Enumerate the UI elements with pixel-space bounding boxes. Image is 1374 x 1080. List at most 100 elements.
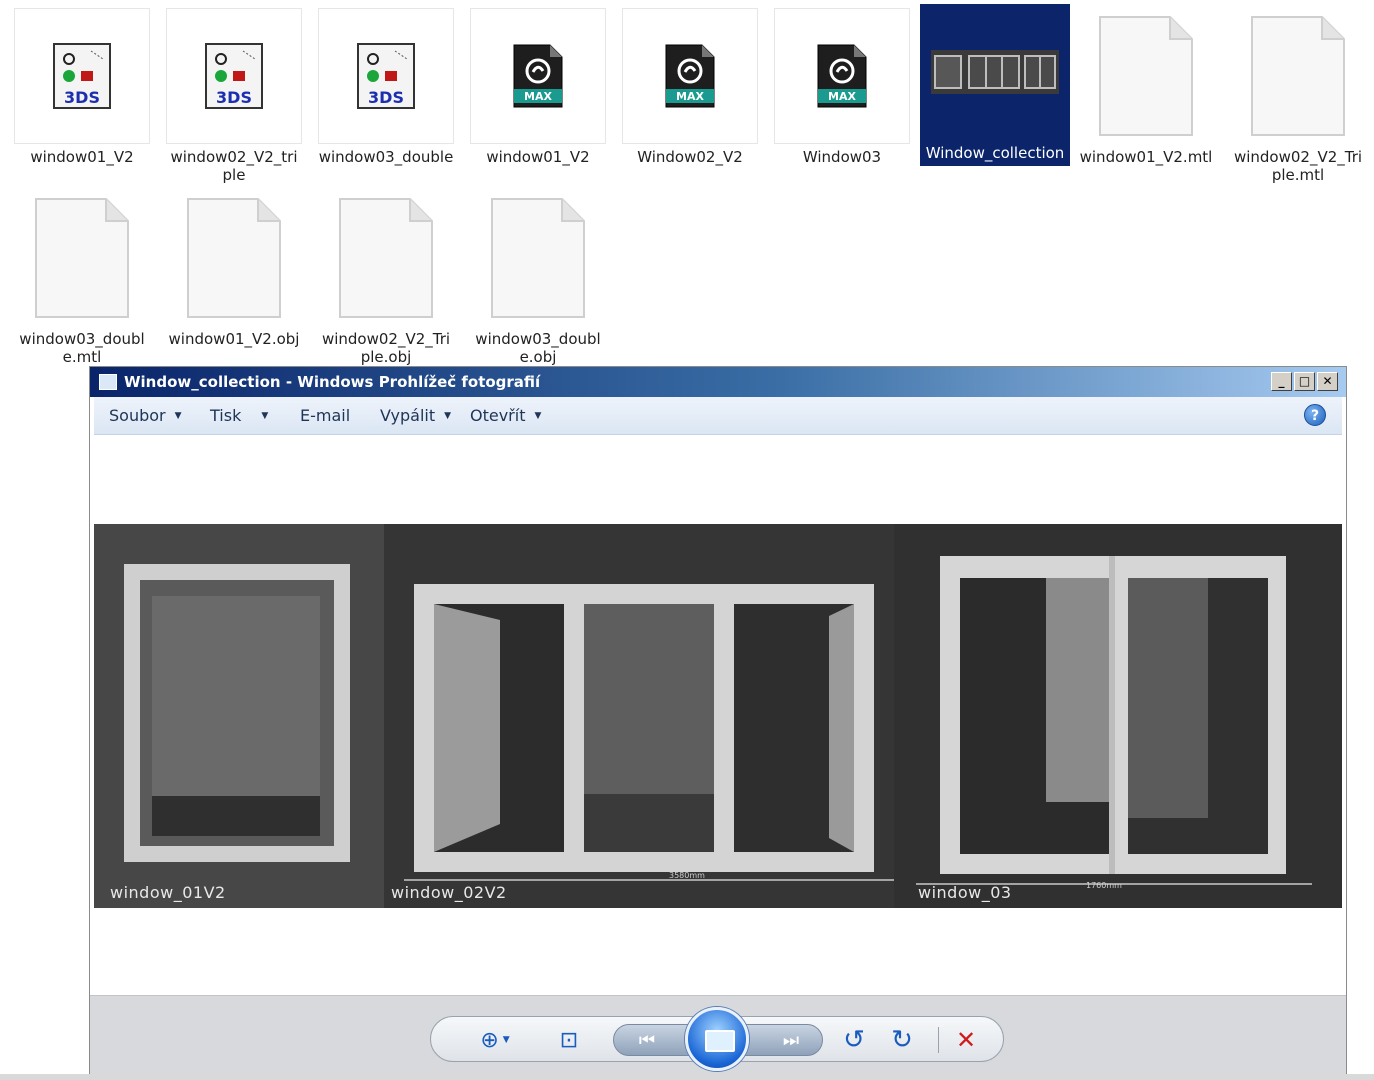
- menu-bar: Soubor ▼ Tisk ▼ E-mail Vypálit ▼ Otevřít ▼ ?: [94, 397, 1342, 435]
- menu-tisk[interactable]: Tisk ▼: [210, 406, 268, 425]
- menu-label: Tisk: [210, 406, 242, 425]
- file-item[interactable]: 3DS window02_V2_triple: [164, 8, 304, 184]
- file-name: window01_V2: [486, 148, 590, 166]
- file-item[interactable]: 3DS window03_double: [316, 8, 456, 166]
- generic-file-icon: [1099, 16, 1193, 136]
- file-name: window01_V2: [30, 148, 134, 166]
- file-name: window03_double.mtl: [19, 330, 145, 366]
- file-item[interactable]: window01_V2.mtl: [1076, 8, 1216, 166]
- svg-text:3580mm: 3580mm: [669, 871, 705, 880]
- chevron-down-icon: ▼: [174, 410, 182, 421]
- desktop: 3DS window01_V2 3DS window02_V2_triple 3…: [0, 0, 1374, 1080]
- zoom-icon[interactable]: ⊕ ▼: [471, 1025, 519, 1055]
- menu-label: Vypálit: [380, 406, 436, 425]
- file-name: Window03: [802, 148, 882, 166]
- file-name: window03_double: [318, 148, 454, 166]
- file-thumbnail: MAX: [774, 8, 910, 144]
- file-item[interactable]: window03_double.mtl: [12, 190, 152, 366]
- close-button[interactable]: ✕: [1317, 372, 1338, 391]
- file-item[interactable]: MAX Window03: [772, 8, 912, 166]
- rotate-right-icon[interactable]: ↻: [887, 1025, 917, 1055]
- previous-icon[interactable]: ⏮: [627, 1025, 667, 1055]
- maximize-button[interactable]: □: [1294, 372, 1315, 391]
- file-thumbnail: 3DS: [14, 8, 150, 144]
- menu-label: Otevřít: [470, 406, 526, 425]
- actual-size-icon[interactable]: ⊡: [549, 1025, 589, 1055]
- 3ds-file-icon: 3DS: [205, 43, 263, 109]
- file-name: window02_V2_Triple.obj: [321, 330, 451, 366]
- generic-file-icon: [35, 198, 129, 318]
- file-thumbnail: [1078, 8, 1214, 144]
- chevron-down-icon: ▼: [261, 410, 269, 421]
- file-item[interactable]: MAX Window02_V2: [620, 8, 760, 166]
- file-thumbnail: MAX: [470, 8, 606, 144]
- slideshow-icon: [705, 1030, 735, 1052]
- file-thumbnail: [166, 190, 302, 326]
- photo-viewer-app-icon: [99, 374, 117, 390]
- file-name: Window_collection: [925, 144, 1065, 162]
- file-name: window01_V2.obj: [168, 330, 300, 348]
- rotate-left-icon[interactable]: ↺: [839, 1025, 869, 1055]
- window-collection-render: 3580mm 1760mm: [94, 524, 1342, 908]
- next-icon[interactable]: ⏭: [771, 1025, 811, 1055]
- menu-email[interactable]: E-mail: [300, 406, 350, 425]
- 3ds-file-icon: 3DS: [53, 43, 111, 109]
- minimize-button[interactable]: _: [1271, 372, 1292, 391]
- menu-label: E-mail: [300, 406, 351, 425]
- svg-text:3DS: 3DS: [216, 88, 252, 107]
- svg-text:MAX: MAX: [524, 90, 552, 103]
- file-thumbnail: [470, 190, 606, 326]
- toolbar-pill: ⊕ ▼ ⊡ ⏮ ⏭ ↺ ↻ ✕: [430, 1007, 1004, 1071]
- generic-file-icon: [1251, 16, 1345, 136]
- file-item[interactable]: MAX window01_V2: [468, 8, 608, 166]
- menu-vypalit[interactable]: Vypálit ▼: [380, 406, 451, 425]
- file-name: Window02_V2: [637, 148, 743, 166]
- chevron-down-icon: ▼: [502, 1035, 510, 1045]
- file-thumbnail: 3DS: [166, 8, 302, 144]
- file-thumbnail: 3DS: [318, 8, 454, 144]
- file-name: window03_double.obj: [475, 330, 601, 366]
- menu-label: Soubor: [109, 406, 166, 425]
- file-thumbnail: [318, 190, 454, 326]
- help-icon[interactable]: ?: [1304, 404, 1326, 426]
- file-item[interactable]: window02_V2_Triple.obj: [316, 190, 456, 366]
- viewer-toolbar: ⊕ ▼ ⊡ ⏮ ⏭ ↺ ↻ ✕: [90, 995, 1346, 1080]
- svg-text:3DS: 3DS: [64, 88, 100, 107]
- displayed-photo: 3580mm 1760mm window_01V2 window_02V2 wi…: [94, 524, 1342, 908]
- toolbar-separator: [938, 1027, 939, 1053]
- file-thumbnail: [1230, 8, 1366, 144]
- file-name: window02_V2_Triple.mtl: [1233, 148, 1363, 184]
- file-item-selected[interactable]: Window_collection: [920, 4, 1070, 166]
- image-thumbnail: [922, 4, 1068, 140]
- generic-file-icon: [491, 198, 585, 318]
- file-item[interactable]: window03_double.obj: [468, 190, 608, 366]
- svg-text:MAX: MAX: [676, 90, 704, 103]
- slideshow-button[interactable]: [685, 1007, 749, 1071]
- file-name: window01_V2.mtl: [1079, 148, 1213, 166]
- photo-caption: window_01V2: [110, 883, 226, 902]
- photo-caption: window_03: [918, 883, 1012, 902]
- svg-text:MAX: MAX: [828, 90, 856, 103]
- photo-caption: window_02V2: [391, 883, 507, 902]
- menu-soubor[interactable]: Soubor ▼: [109, 406, 182, 425]
- photo-viewer-window: Window_collection - Windows Prohlížeč fo…: [89, 366, 1347, 1080]
- max-file-icon: MAX: [817, 44, 867, 108]
- svg-text:1760mm: 1760mm: [1086, 881, 1122, 890]
- generic-file-icon: [187, 198, 281, 318]
- menu-otevrit[interactable]: Otevřít ▼: [470, 406, 541, 425]
- file-item[interactable]: window01_V2.obj: [164, 190, 304, 348]
- title-bar[interactable]: Window_collection - Windows Prohlížeč fo…: [90, 367, 1346, 397]
- file-item[interactable]: 3DS window01_V2: [12, 8, 152, 166]
- window-controls: _ □ ✕: [1271, 372, 1338, 391]
- file-item[interactable]: window02_V2_Triple.mtl: [1228, 8, 1368, 184]
- chevron-down-icon: ▼: [534, 410, 542, 421]
- taskbar-edge: [0, 1074, 1374, 1080]
- file-thumbnail: MAX: [622, 8, 758, 144]
- image-canvas: 3580mm 1760mm window_01V2 window_02V2 wi…: [94, 436, 1342, 996]
- window-title: Window_collection - Windows Prohlížeč fo…: [124, 373, 541, 391]
- svg-text:3DS: 3DS: [368, 88, 404, 107]
- max-file-icon: MAX: [513, 44, 563, 108]
- file-thumbnail: [14, 190, 150, 326]
- delete-icon[interactable]: ✕: [951, 1025, 981, 1055]
- generic-file-icon: [339, 198, 433, 318]
